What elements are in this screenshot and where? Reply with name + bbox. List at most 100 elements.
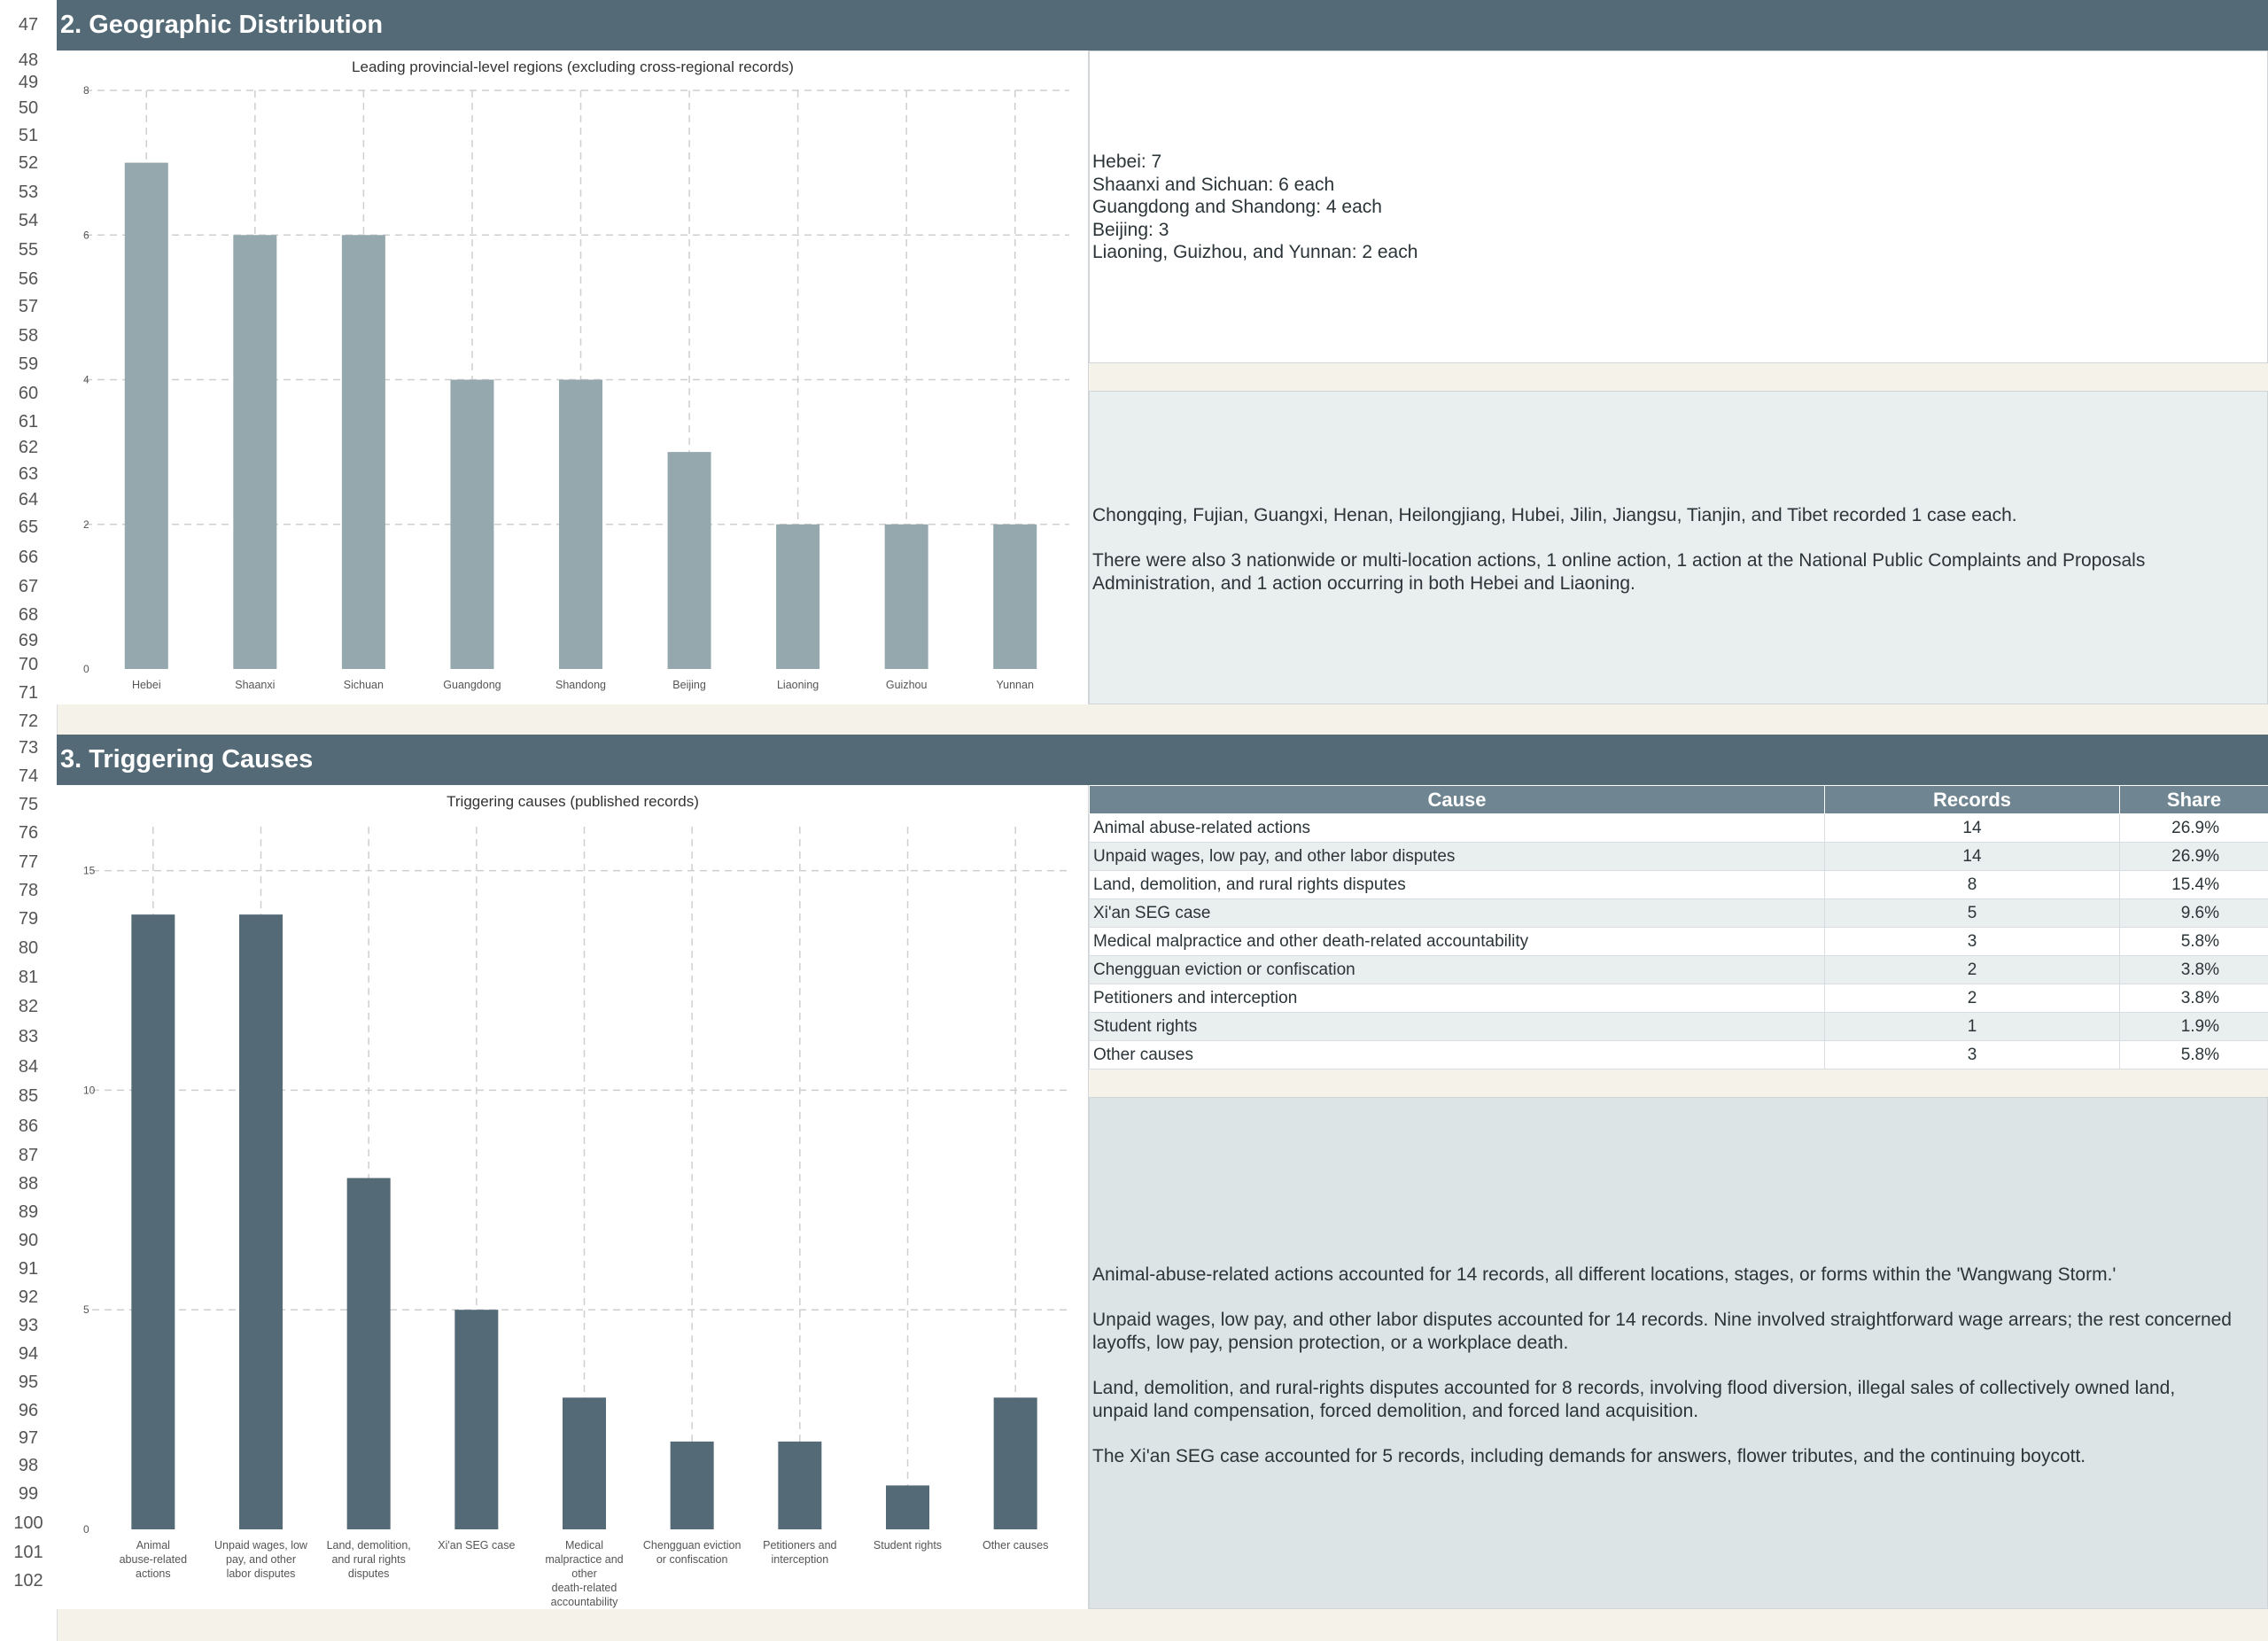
records-cell[interactable]: 3 (1824, 927, 2120, 956)
row-number[interactable]: 68 (0, 601, 57, 629)
row-number[interactable]: 60 (0, 377, 57, 409)
row-number[interactable]: 71 (0, 678, 57, 709)
geo-notes-bottom[interactable]: Chongqing, Fujian, Guangxi, Henan, Heilo… (1089, 391, 2268, 704)
cause-cell[interactable]: Unpaid wages, low pay, and other labor d… (1089, 842, 1825, 871)
cause-cell[interactable]: Chengguan eviction or confiscation (1089, 955, 1825, 984)
row-number[interactable]: 57 (0, 292, 57, 321)
row-number[interactable]: 56 (0, 266, 57, 292)
row-number[interactable]: 102 (0, 1567, 57, 1595)
row-number[interactable]: 47 (0, 0, 57, 51)
row-number[interactable]: 75 (0, 790, 57, 819)
share-cell[interactable]: 26.9% (2119, 813, 2268, 843)
row-number[interactable]: 64 (0, 487, 57, 512)
row-number[interactable]: 50 (0, 94, 57, 122)
row-number[interactable]: 84 (0, 1052, 57, 1082)
cause-cell[interactable]: Animal abuse-related actions (1089, 813, 1825, 843)
share-cell[interactable]: 3.8% (2119, 955, 2268, 984)
row-number[interactable]: 95 (0, 1368, 57, 1397)
share-cell[interactable]: 5.8% (2119, 927, 2268, 956)
row-number[interactable]: 93 (0, 1311, 57, 1340)
records-cell[interactable]: 5 (1824, 898, 2120, 928)
row-number[interactable]: 101 (0, 1539, 57, 1567)
row-number[interactable]: 67 (0, 572, 57, 601)
row-number[interactable]: 70 (0, 652, 57, 678)
row-number[interactable]: 94 (0, 1340, 57, 1368)
row-number[interactable]: 99 (0, 1480, 57, 1508)
table-row[interactable]: Unpaid wages, low pay, and other labor d… (1089, 842, 2268, 871)
column-header-cause[interactable]: Cause (1089, 785, 1825, 814)
causes-chart[interactable]: Triggering causes (published records) 0 5 1… (57, 785, 1089, 1609)
column-header-share[interactable]: Share (2119, 785, 2268, 814)
section-banner-geographic[interactable]: 2. Geographic Distribution (57, 0, 2268, 51)
causes-table[interactable]: Cause Records Share Animal abuse-related… (1089, 785, 2268, 1069)
share-cell[interactable]: 15.4% (2119, 870, 2268, 899)
geo-notes-top[interactable]: Hebei: 7 Shaanxi and Sichuan: 6 each Guang… (1089, 51, 2268, 363)
records-cell[interactable]: 3 (1824, 1040, 2120, 1069)
records-cell[interactable]: 1 (1824, 1012, 2120, 1041)
row-number[interactable]: 91 (0, 1255, 57, 1283)
row-number[interactable]: 65 (0, 512, 57, 542)
geographic-chart[interactable]: Leading provincial-level regions (exclud… (57, 51, 1089, 704)
row-number[interactable]: 72 (0, 709, 57, 735)
records-cell[interactable]: 2 (1824, 984, 2120, 1013)
cause-cell[interactable]: Petitioners and interception (1089, 984, 1825, 1013)
row-number[interactable]: 58 (0, 321, 57, 351)
cause-notes[interactable]: Animal-abuse-related actions accounted f… (1089, 1097, 2268, 1609)
row-number[interactable]: 97 (0, 1425, 57, 1452)
row-number[interactable]: 55 (0, 234, 57, 266)
records-cell[interactable]: 8 (1824, 870, 2120, 899)
share-cell[interactable]: 3.8% (2119, 984, 2268, 1013)
row-number[interactable]: 81 (0, 962, 57, 992)
share-cell[interactable]: 5.8% (2119, 1040, 2268, 1069)
row-number[interactable]: 49 (0, 71, 57, 94)
cause-cell[interactable]: Xi'an SEG case (1089, 898, 1825, 928)
row-number[interactable]: 52 (0, 149, 57, 177)
cause-cell[interactable]: Other causes (1089, 1040, 1825, 1069)
records-cell[interactable]: 14 (1824, 813, 2120, 843)
row-number[interactable]: 80 (0, 934, 57, 962)
row-number[interactable]: 51 (0, 122, 57, 149)
row-number[interactable]: 69 (0, 629, 57, 652)
row-number[interactable]: 66 (0, 542, 57, 572)
share-cell[interactable]: 9.6% (2119, 898, 2268, 928)
row-number[interactable]: 54 (0, 207, 57, 234)
section-banner-causes[interactable]: 3. Triggering Causes (57, 735, 2268, 785)
row-number[interactable]: 48 (0, 51, 57, 71)
table-row[interactable]: Other causes 3 5.8% (1089, 1040, 2268, 1069)
column-header-records[interactable]: Records (1824, 785, 2120, 814)
row-number[interactable]: 89 (0, 1198, 57, 1226)
row-number[interactable]: 53 (0, 177, 57, 207)
row-number[interactable]: 98 (0, 1452, 57, 1480)
cause-cell[interactable]: Medical malpractice and other death-rela… (1089, 927, 1825, 956)
row-number[interactable]: 96 (0, 1397, 57, 1425)
row-number[interactable]: 88 (0, 1170, 57, 1198)
row-number[interactable]: 85 (0, 1082, 57, 1111)
row-number[interactable]: 63 (0, 461, 57, 487)
table-row[interactable]: Land, demolition, and rural rights dispu… (1089, 870, 2268, 899)
row-number[interactable]: 73 (0, 735, 57, 762)
row-number[interactable]: 83 (0, 1022, 57, 1052)
row-number[interactable]: 78 (0, 877, 57, 905)
row-number[interactable]: 86 (0, 1111, 57, 1141)
table-row[interactable]: Student rights 1 1.9% (1089, 1012, 2268, 1041)
table-row[interactable]: Xi'an SEG case 5 9.6% (1089, 898, 2268, 928)
row-number[interactable]: 100 (0, 1508, 57, 1539)
row-number[interactable]: 74 (0, 762, 57, 790)
table-row[interactable]: Animal abuse-related actions 14 26.9% (1089, 813, 2268, 843)
cause-cell[interactable]: Student rights (1089, 1012, 1825, 1041)
row-number[interactable]: 87 (0, 1141, 57, 1170)
row-number[interactable]: 62 (0, 435, 57, 461)
table-row[interactable]: Chengguan eviction or confiscation 2 3.8% (1089, 955, 2268, 984)
records-cell[interactable]: 2 (1824, 955, 2120, 984)
table-row[interactable]: Petitioners and interception 2 3.8% (1089, 984, 2268, 1013)
records-cell[interactable]: 14 (1824, 842, 2120, 871)
row-number[interactable]: 59 (0, 351, 57, 377)
cause-cell[interactable]: Land, demolition, and rural rights dispu… (1089, 870, 1825, 899)
share-cell[interactable]: 1.9% (2119, 1012, 2268, 1041)
row-number[interactable]: 61 (0, 409, 57, 435)
row-number[interactable]: 79 (0, 905, 57, 934)
table-row[interactable]: Medical malpractice and other death-rela… (1089, 927, 2268, 956)
row-number[interactable]: 82 (0, 992, 57, 1022)
row-number[interactable]: 92 (0, 1283, 57, 1311)
share-cell[interactable]: 26.9% (2119, 842, 2268, 871)
